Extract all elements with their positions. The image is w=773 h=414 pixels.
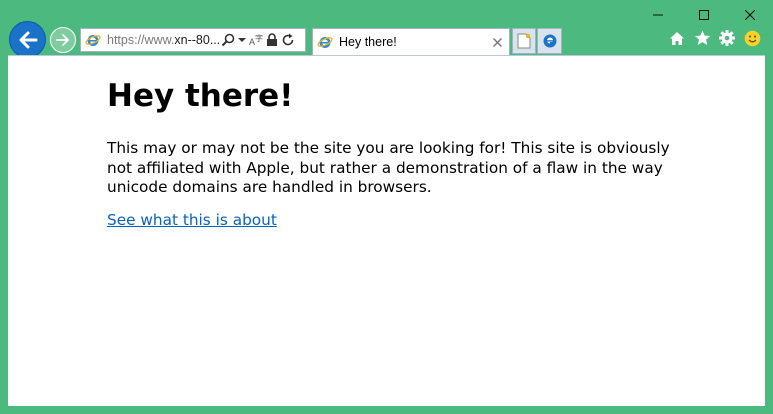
tab-title: Hey there! [339, 35, 397, 49]
page-paragraph: This may or may not be the site you are … [107, 139, 670, 196]
window-controls [635, 0, 773, 30]
edge-icon [543, 34, 556, 48]
tab-hey-there[interactable]: Hey there! [312, 28, 510, 55]
maximize-icon[interactable] [681, 0, 727, 30]
ie-tab-favicon-icon [317, 37, 333, 48]
svg-text:字: 字 [255, 33, 263, 43]
address-bar-icons: A字 [221, 33, 295, 47]
home-icon[interactable] [668, 29, 686, 47]
page-viewport: Hey there! This may or may not be the si… [8, 55, 765, 406]
tab-close-icon[interactable] [489, 34, 505, 50]
open-edge-button[interactable] [537, 28, 562, 54]
back-button[interactable] [9, 21, 46, 58]
command-toolbar [668, 29, 761, 47]
favorites-star-icon[interactable] [693, 29, 711, 47]
page-heading: Hey there! [107, 78, 294, 114]
settings-gear-icon[interactable] [718, 29, 736, 47]
minimize-icon[interactable] [635, 0, 681, 30]
search-icon[interactable] [221, 33, 235, 47]
ie-logo-icon [85, 35, 101, 46]
new-tab-icon [517, 33, 531, 49]
url-text[interactable]: https://www.xn--80... [107, 33, 219, 47]
new-tab-button[interactable] [512, 28, 536, 54]
browser-window: https://www.xn--80... A字 Hey there! Hey … [0, 0, 773, 414]
lock-icon[interactable] [266, 33, 278, 47]
smiley-feedback-icon[interactable] [743, 29, 761, 47]
address-bar[interactable]: https://www.xn--80... A字 [80, 28, 306, 52]
about-link[interactable]: See what this is about [107, 211, 277, 229]
close-icon[interactable] [727, 0, 773, 30]
url-host: xn--80... [174, 33, 219, 47]
refresh-icon[interactable] [281, 33, 295, 47]
forward-arrow-icon [56, 34, 69, 46]
url-scheme: https://www. [107, 33, 175, 47]
forward-button[interactable] [50, 27, 76, 53]
compatibility-icon[interactable]: A字 [249, 33, 263, 47]
back-arrow-icon [19, 31, 37, 48]
dropdown-icon[interactable] [238, 37, 246, 43]
